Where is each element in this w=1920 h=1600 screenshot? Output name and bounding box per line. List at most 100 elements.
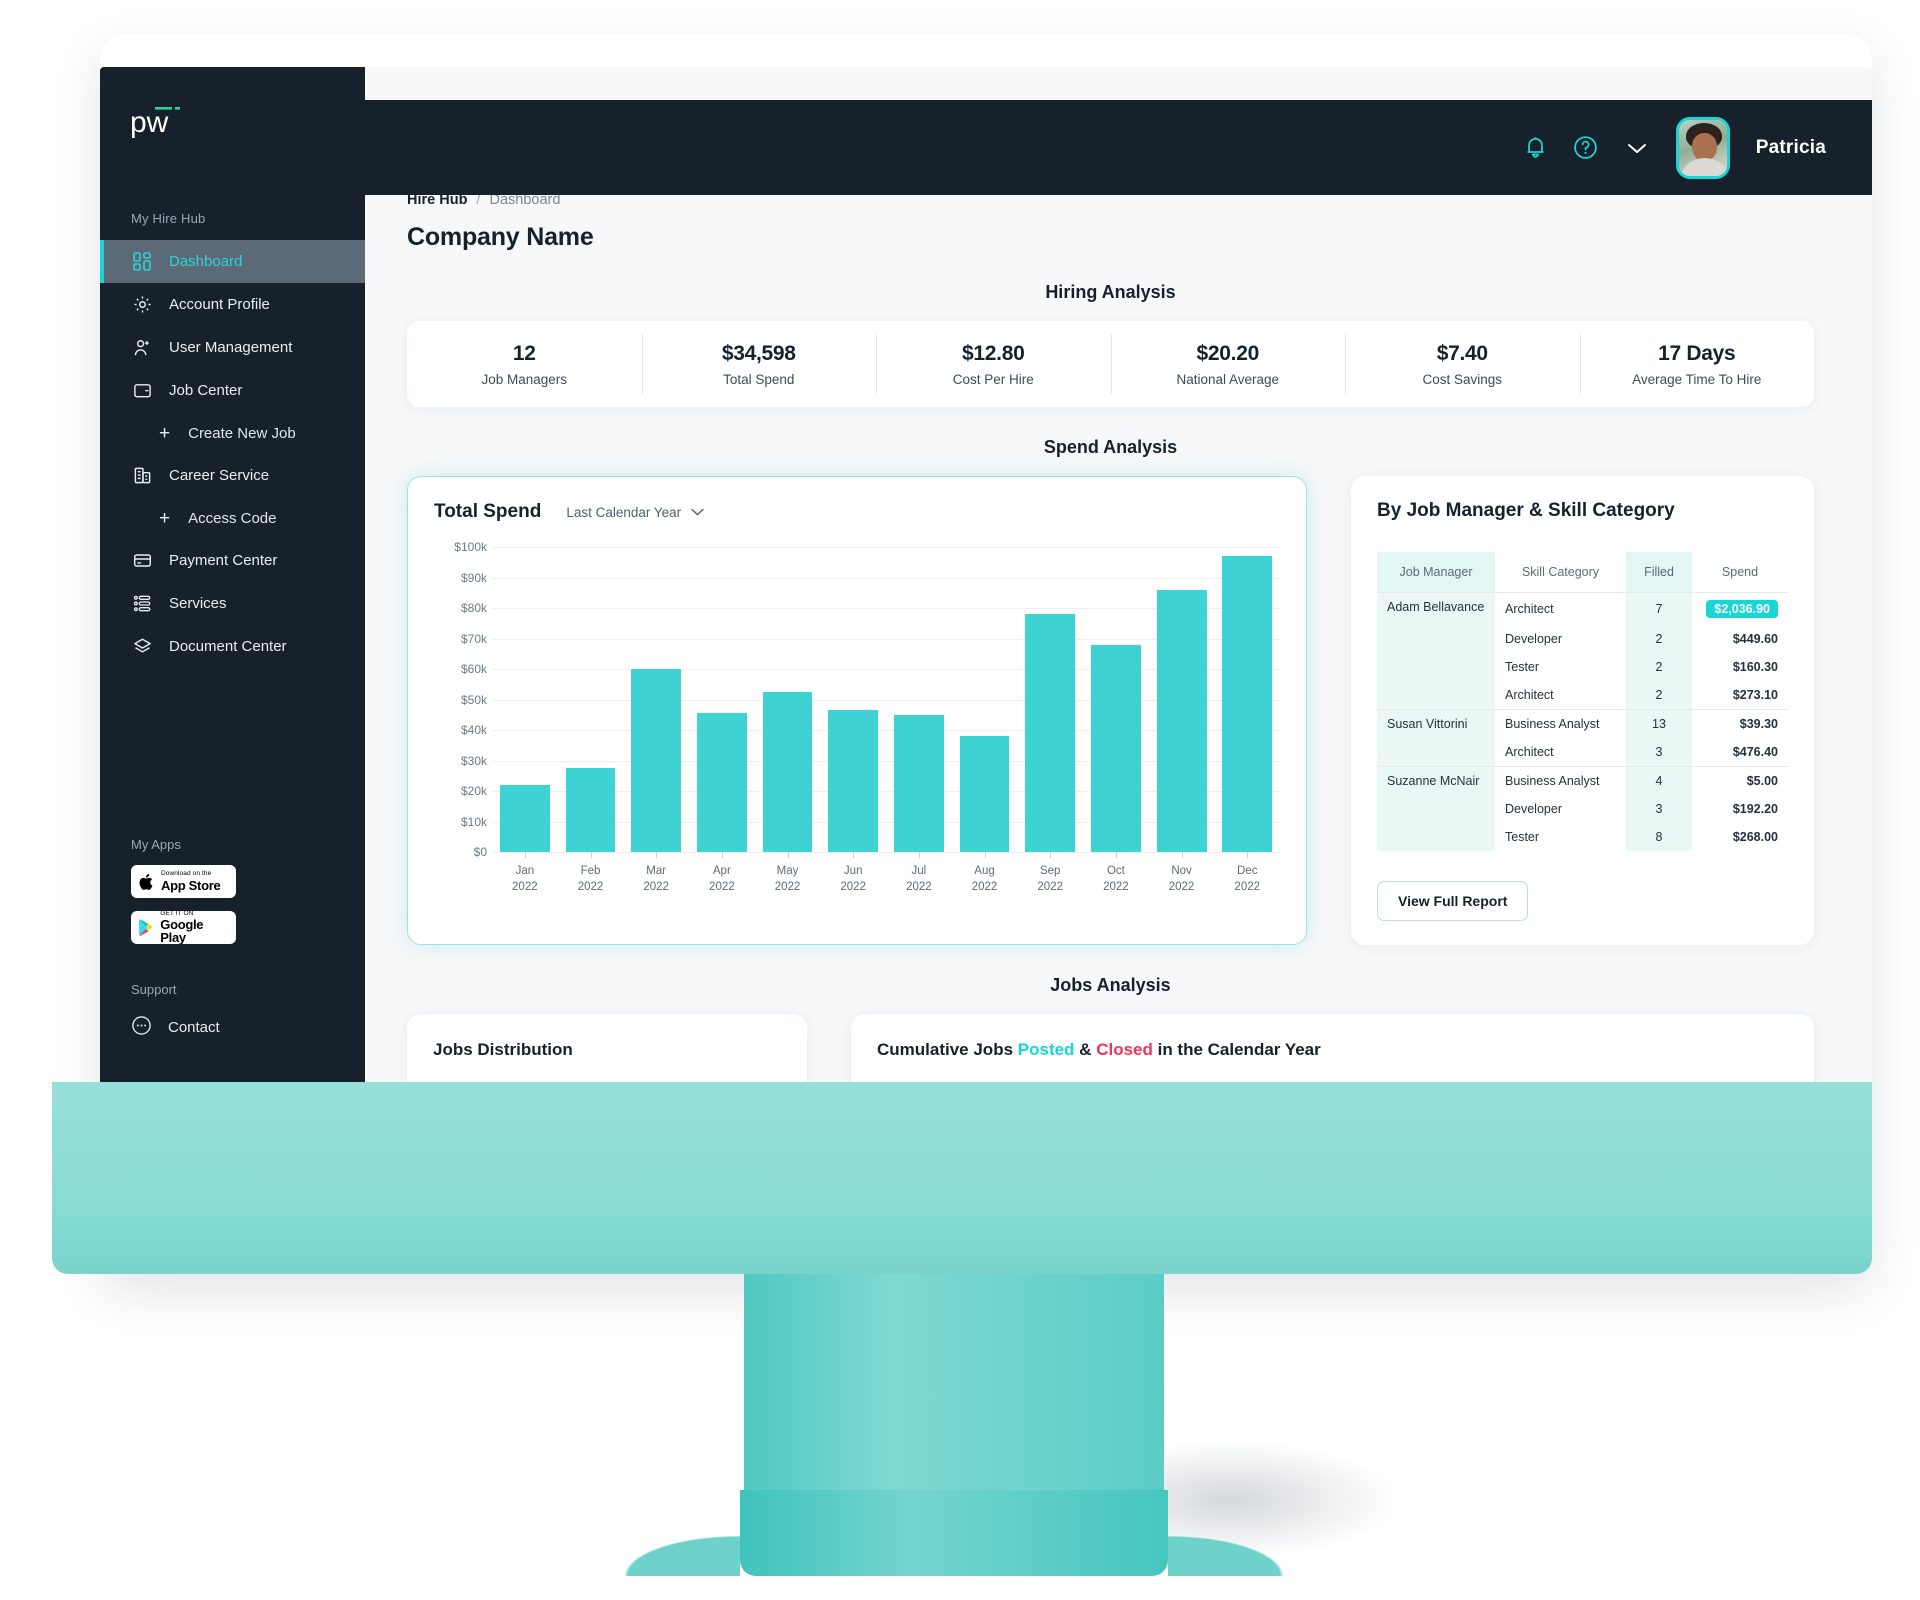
cell-job-manager: Adam Bellavance [1377, 592, 1495, 625]
spend-analysis-row: Total Spend Last Calendar Year $100k $90k… [407, 476, 1814, 945]
sidebar-item-access-code[interactable]: + Access Code [100, 497, 365, 539]
y-axis-tick-label: $70k [460, 631, 487, 646]
cell-filled: 2 [1626, 653, 1692, 681]
bar[interactable] [1222, 556, 1273, 852]
bar[interactable] [959, 736, 1010, 852]
bar[interactable] [762, 691, 813, 852]
app-store-badge[interactable]: Download on the App Store [131, 865, 236, 898]
bar[interactable] [1025, 614, 1076, 852]
cumulative-amp: & [1074, 1040, 1097, 1059]
sidebar-item-user-management[interactable]: User Management [100, 326, 365, 369]
bar-cell [1083, 547, 1149, 852]
table-row[interactable]: Tester 2 $160.30 [1377, 653, 1788, 681]
app-logo[interactable]: pw [100, 67, 365, 139]
table-row[interactable]: Adam Bellavance Architect 7 $2,036.90 [1377, 592, 1788, 626]
kpi-total-spend: $34,598 Total Spend [641, 321, 877, 407]
cell-job-manager [1377, 795, 1495, 823]
bar[interactable] [631, 669, 682, 852]
sidebar-item-services[interactable]: Services [100, 582, 365, 625]
user-name: Patricia [1755, 136, 1826, 158]
kpi-value: $34,598 [721, 341, 796, 365]
job-manager-skill-table-card: By Job Manager & Skill Category Job Mana… [1351, 476, 1814, 945]
cell-job-manager: Suzanne McNair [1377, 766, 1495, 795]
cell-spend: $2,036.90 [1692, 593, 1788, 626]
bar-chart-plot: $100k $90k $80k $70k $60k $50k $40k $30k $20k $10… [434, 540, 1280, 893]
bell-icon[interactable] [1524, 135, 1547, 160]
view-full-report-button[interactable]: View Full Report [1377, 881, 1529, 921]
y-axis-tick-label: $40k [460, 723, 487, 737]
plus-icon: + [159, 422, 171, 444]
cell-filled: 2 [1626, 681, 1692, 710]
bar-cell [689, 547, 755, 852]
table-row[interactable]: Developer 3 $192.20 [1377, 795, 1788, 823]
building-icon [131, 465, 153, 487]
monitor-stand-neck [744, 1274, 1164, 1506]
google-play-badge[interactable]: GET IT ON Google Play [131, 910, 236, 944]
cell-spend: $5.00 [1692, 766, 1788, 795]
user-plus-icon [131, 337, 153, 359]
bar[interactable] [1156, 589, 1207, 852]
report-table-head: Job Manager Skill Category Filled Spend [1377, 552, 1788, 593]
bar[interactable] [499, 784, 550, 852]
bar[interactable] [828, 710, 879, 852]
bar-cell [1214, 547, 1280, 852]
cell-filled: 4 [1626, 766, 1692, 795]
sidebar-item-label: Account Profile [169, 296, 270, 313]
kpi-value: $20.20 [1196, 341, 1260, 365]
table-header-row: Job Manager Skill Category Filled Spend [1377, 552, 1788, 593]
app-store-small-label: Download on the [161, 870, 212, 878]
x-tick-year: 2022 [840, 880, 866, 893]
x-axis-tick-label: Aug 2022 [952, 852, 1018, 895]
sidebar-item-job-center[interactable]: Job Center [100, 369, 365, 412]
bar-series [492, 547, 1280, 852]
contact-label: Contact [168, 1019, 220, 1036]
sidebar-item-payment-center[interactable]: Payment Center [100, 539, 365, 582]
table-row[interactable]: Developer 2 $449.60 [1377, 625, 1788, 653]
credit-card-icon [131, 550, 153, 572]
plus-icon: + [159, 507, 171, 529]
table-row[interactable]: Architect 2 $273.10 [1377, 681, 1788, 710]
x-tick-month: Feb [580, 865, 601, 877]
sidebar-item-dashboard[interactable]: Dashboard [100, 240, 365, 283]
bar[interactable] [1090, 644, 1141, 852]
sidebar-item-document-center[interactable]: Document Center [100, 625, 365, 668]
sidebar-item-label: Job Center [169, 382, 243, 399]
sidebar-sub-label: Access Code [188, 509, 277, 527]
cell-spend: $160.30 [1732, 660, 1778, 674]
sidebar-item-label: Services [169, 595, 227, 612]
question-circle-icon[interactable] [1573, 135, 1598, 160]
x-tick-month: Jan [515, 865, 535, 877]
sidebar-item-career-service[interactable]: Career Service [100, 454, 365, 497]
x-axis-tick-label: Dec 2022 [1214, 852, 1280, 895]
calendar-year-select[interactable]: Last Calendar Year [566, 505, 705, 520]
x-tick-month: Sep [1039, 865, 1061, 877]
table-row[interactable]: Susan Vittorini Business Analyst 13 $39.30 [1377, 709, 1788, 738]
kpi-card-row: 12 Job Managers $34,598 Total Spend $12.… [407, 321, 1814, 407]
bar[interactable] [893, 714, 944, 852]
sidebar-item-label: Dashboard [169, 253, 243, 270]
cell-skill-category: Tester [1505, 660, 1540, 674]
x-tick-month: Apr [712, 865, 731, 877]
sidebar-item-create-new-job[interactable]: + Create New Job [100, 412, 365, 454]
x-tick-month: Nov [1171, 865, 1192, 877]
bar-cell [755, 547, 821, 852]
y-axis-tick-label: $90k [460, 570, 487, 585]
x-tick-year: 2022 [774, 880, 801, 893]
section-title-jobs-analysis: Jobs Analysis [1050, 975, 1171, 995]
table-row[interactable]: Suzanne McNair Business Analyst 4 $5.00 [1377, 766, 1788, 795]
avatar[interactable] [1675, 116, 1730, 179]
gear-icon [131, 294, 153, 316]
y-axis-tick-label: $0 [473, 845, 487, 859]
sidebar-item-contact[interactable]: Contact [100, 1015, 365, 1040]
table-row[interactable]: Architect 3 $476.40 [1377, 738, 1788, 767]
chevron-down-icon[interactable] [1624, 139, 1650, 157]
bar[interactable] [696, 713, 747, 852]
sidebar-item-account-profile[interactable]: Account Profile [100, 283, 365, 326]
bar[interactable] [565, 768, 616, 852]
x-axis: Jan 2022 Feb 2022 Mar 2022 Apr 2022 May 2022 Jun 20… [492, 852, 1280, 895]
x-tick-year: 2022 [1103, 880, 1129, 893]
my-apps-label: My Apps [131, 837, 181, 852]
kpi-value: 12 [512, 341, 536, 365]
table-row[interactable]: Tester 8 $268.00 [1377, 823, 1788, 851]
wallet-icon [131, 380, 153, 402]
